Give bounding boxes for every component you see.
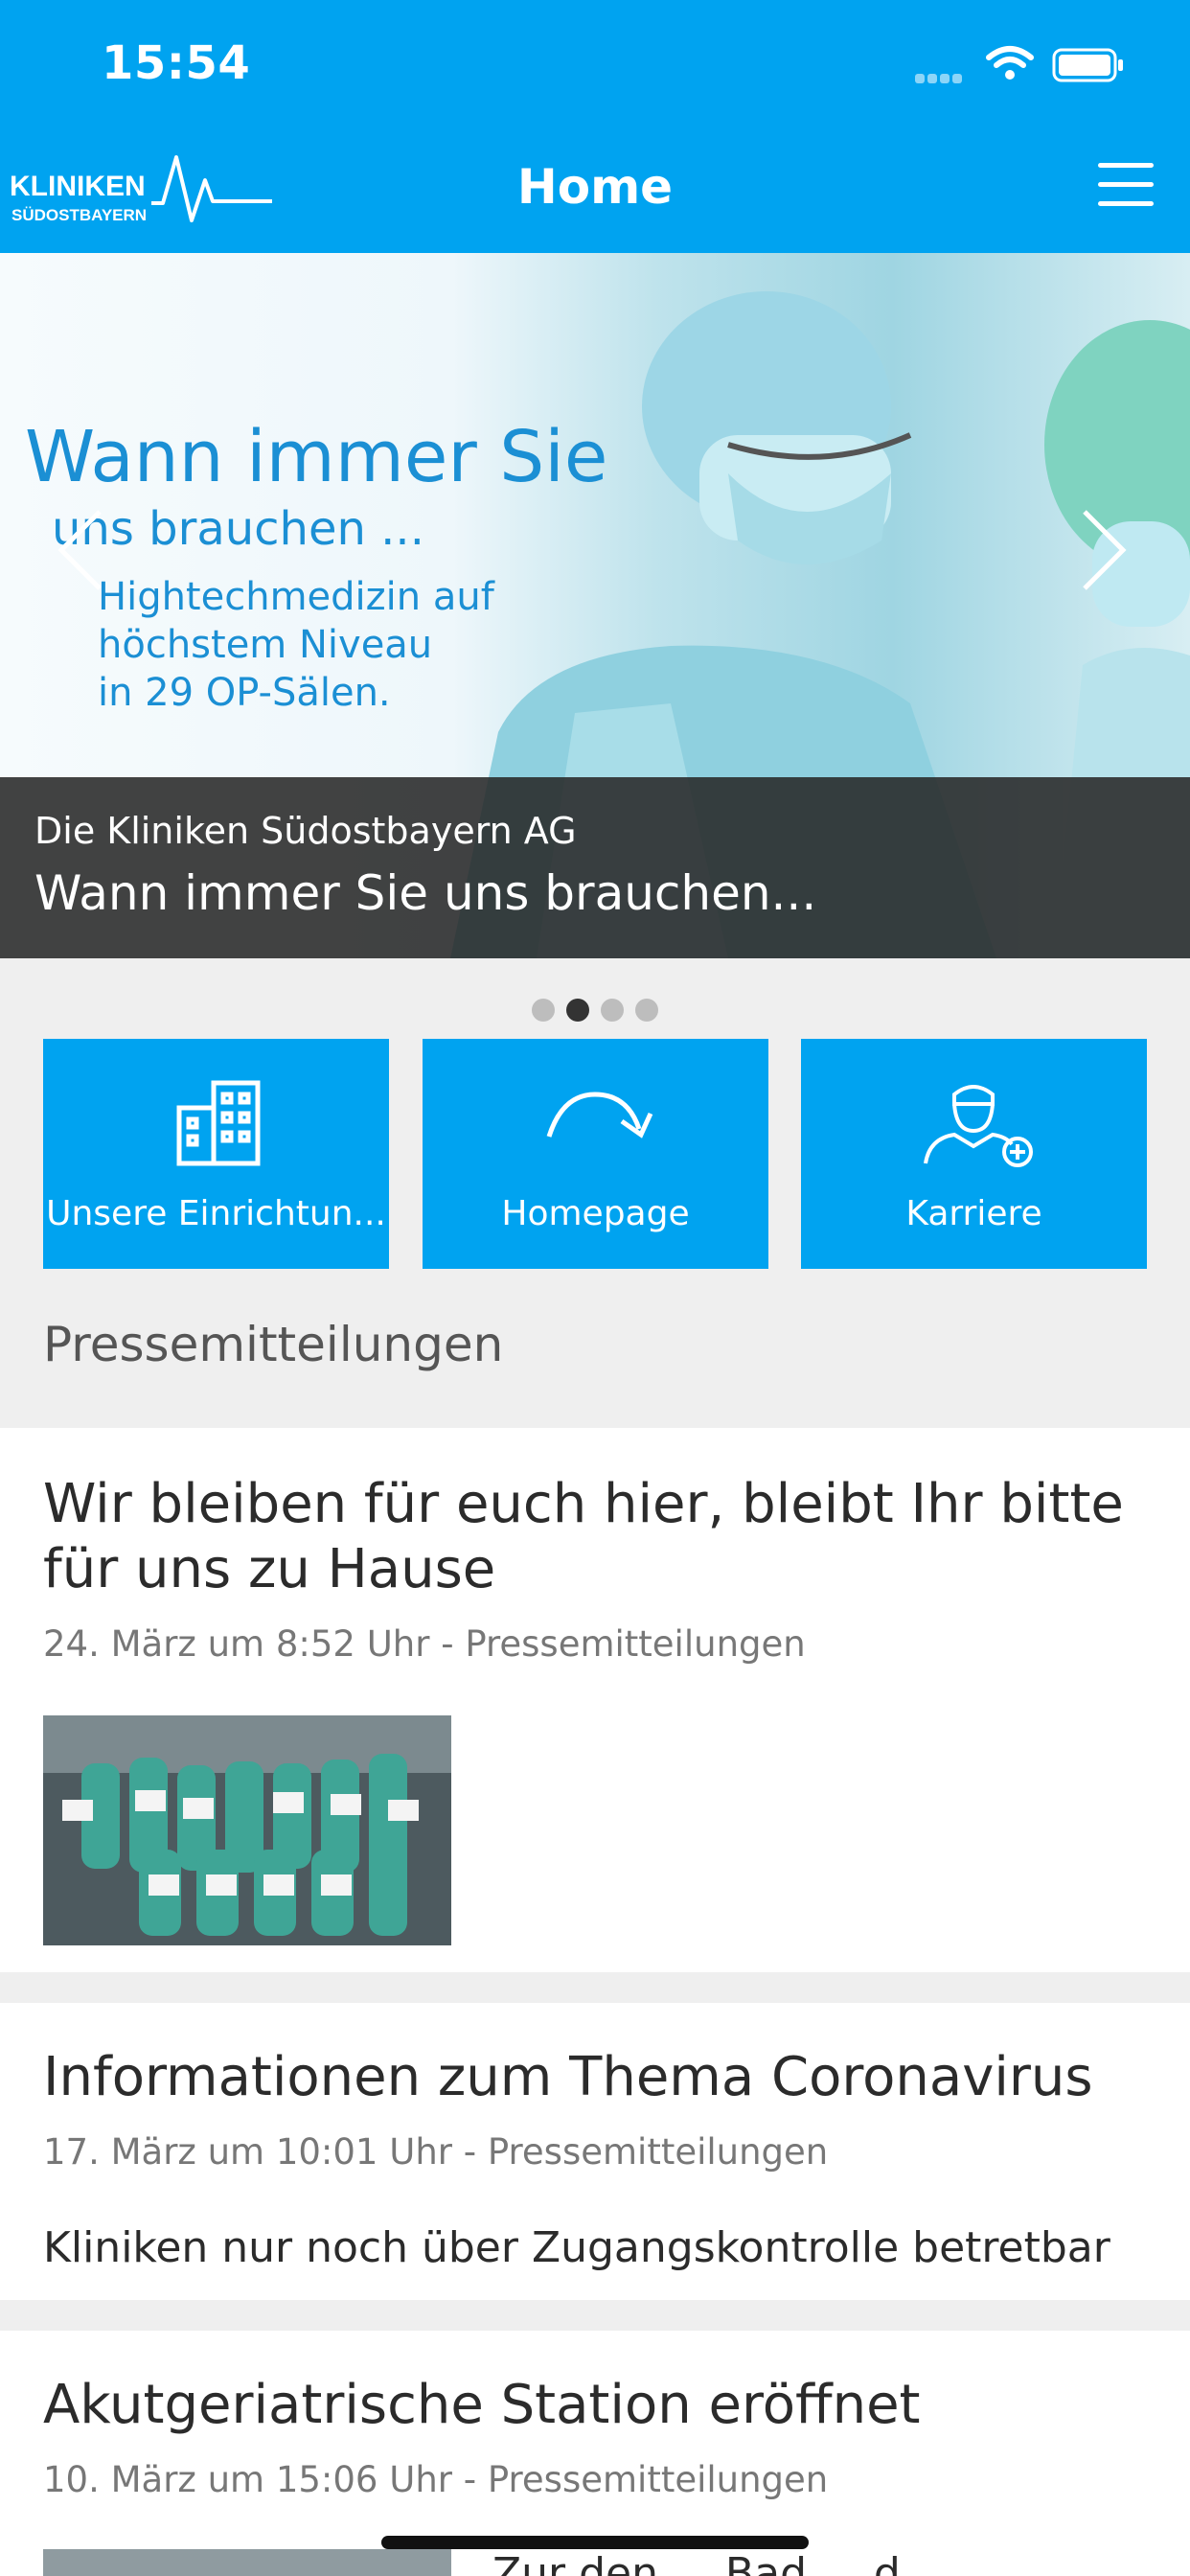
chevron-left-icon[interactable] [52,504,109,596]
wifi-icon [986,46,1034,80]
slide-body: Hightechmedizin auf höchstem Niveau in 2… [98,573,596,717]
doctor-add-icon [924,1085,1033,1167]
top-bar: 15:54 KLINIKEN SÜDOSTBAYERN Home [0,0,1190,253]
tile-einrichtungen[interactable]: Unsere Einrichtun... [43,1039,389,1269]
news-meta: 24. März um 8:52 Uhr - Pressemitteilunge… [43,1623,806,1665]
news-thumbnail [43,1715,451,1945]
slide-caption: Die Kliniken Südostbayern AG Wann immer … [0,777,1190,958]
slide-body-line: in 29 OP-Sälen. [98,671,391,715]
news-title: Informationen zum Thema Coronavirus [43,2046,1093,2108]
tile-label: Homepage [501,1194,690,1233]
cellular-signal-icon [915,69,973,83]
news-title: Wir bleiben für euch hier, bleibt Ihr bi… [43,1473,1124,1600]
slide-body-line: höchstem Niveau [98,623,433,667]
slide-headline: Wann immer Sie [25,416,608,498]
news-card[interactable]: Informationen zum Thema Coronavirus 17. … [0,2003,1190,2300]
battery-icon [1052,48,1123,82]
news-excerpt: Kliniken nur noch über Zugangskontrolle … [43,2223,1110,2272]
tile-label: Unsere Einrichtun... [46,1194,386,1233]
news-meta: 10. März um 15:06 Uhr - Pressemitteilung… [43,2459,829,2500]
page-dot[interactable] [532,999,555,1022]
app-screen: 15:54 KLINIKEN SÜDOSTBAYERN Home Wann im… [0,0,1190,2576]
section-title-press: Pressemitteilungen [43,1317,504,1372]
chevron-right-icon[interactable] [1075,504,1133,596]
news-excerpt: Zur den ... Bad ... d [492,2549,901,2576]
slide-body-line: Hightechmedizin auf [98,575,494,619]
news-title: Akutgeriatrische Station eröffnet [43,2374,921,2436]
hamburger-menu-icon[interactable] [1098,163,1154,209]
news-card[interactable]: Wir bleiben für euch hier, bleibt Ihr bi… [0,1428,1190,1972]
redo-arrow-icon [546,1092,653,1138]
news-thumbnail [43,2549,451,2576]
page-dot[interactable] [601,999,624,1022]
page-title: Home [516,159,674,215]
caption-title: Wann immer Sie uns brauchen... [34,865,817,921]
building-icon [176,1080,261,1166]
page-dot-active[interactable] [566,999,589,1022]
home-indicator[interactable] [381,2536,809,2549]
news-meta: 17. März um 10:01 Uhr - Pressemitteilung… [43,2131,829,2173]
tile-homepage[interactable]: Homepage [423,1039,768,1269]
tile-karriere[interactable]: Karriere [801,1039,1147,1269]
carousel-page-indicator[interactable] [0,999,1190,1025]
tile-label: Karriere [905,1194,1042,1233]
page-dot[interactable] [635,999,658,1022]
caption-subtitle: Die Kliniken Südostbayern AG [34,810,577,852]
hero-carousel[interactable]: Wann immer Sie uns brauchen ... Hightech… [0,253,1190,958]
status-time: 15:54 [102,36,251,90]
